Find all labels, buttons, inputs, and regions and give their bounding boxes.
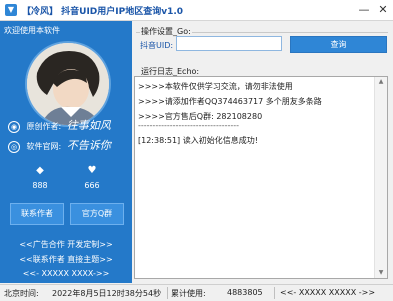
promo-line-3: <<- XXXXX XXXX->> (22, 269, 110, 278)
log-line: [12:38:51] 读入初始化信息成功! (138, 136, 258, 145)
stat-left-value: 888 (32, 181, 48, 190)
stat-left: ◆ 888 (20, 165, 60, 190)
status-extra: <<- XXXXX XXXXX ->> (280, 288, 376, 297)
status-divider (274, 287, 275, 299)
scroll-up-icon[interactable]: ▲ (375, 77, 387, 87)
author-row: ◉ 原创作者: 往事如风 (8, 117, 111, 133)
window-title: 【冷风】 抖音UID用户IP地区查询v1.0 (22, 7, 184, 17)
status-divider (167, 287, 168, 299)
time-value: 2022年8月5日12时38分54秒 (52, 289, 162, 298)
stat-right-value: 666 (84, 181, 100, 190)
heart-icon: ♥ (87, 165, 97, 176)
official-group-button[interactable]: 官方Q群 (70, 203, 124, 225)
welcome-text: 欢迎使用本软件 (4, 26, 60, 35)
time-label: 北京时间: (4, 289, 39, 298)
usage-value: 4883805 (227, 288, 263, 297)
scroll-down-icon[interactable]: ▼ (375, 268, 387, 278)
uid-input[interactable] (176, 36, 282, 51)
log-scrollbar[interactable]: ▲ ▼ (374, 77, 387, 278)
status-bar: 北京时间: 2022年8月5日12时38分54秒 累计使用: 4883805 <… (0, 284, 393, 301)
promo-line-2: <<联系作者 直接主题>> (19, 255, 113, 264)
site-value: 不告诉你 (66, 139, 111, 152)
stat-right: ♥ 666 (72, 165, 112, 190)
app-icon: ▼ (5, 4, 17, 16)
query-button[interactable]: 查询 (290, 36, 387, 53)
sidebar: 欢迎使用本软件 ◉ 原创作者: 往事如风 ◎ 软件官网: 不告诉你 ◆ 888 … (0, 21, 132, 283)
uid-label: 抖音UID: (140, 41, 174, 50)
log-divider: ----------------------------------- (138, 121, 240, 130)
author-value: 往事如风 (66, 119, 111, 132)
site-row: ◎ 软件官网: 不告诉你 (8, 137, 111, 153)
log-panel[interactable]: >>>>本软件仅供学习交流，请勿非法使用 >>>>请添加作者QQ37446371… (134, 76, 388, 279)
contact-author-button[interactable]: 联系作者 (10, 203, 64, 225)
close-button[interactable]: ✕ (376, 3, 390, 17)
site-label: 软件官网: (26, 142, 62, 151)
globe-icon: ◎ (8, 140, 20, 153)
promo-line-1: <<广告合作 开发定制>> (19, 240, 113, 249)
usage-label: 累计使用: (171, 289, 206, 298)
title-bar: ▼ 【冷风】 抖音UID用户IP地区查询v1.0 — ✕ (0, 0, 393, 21)
avatar (25, 41, 111, 127)
log-line: >>>>本软件仅供学习交流，请勿非法使用 (138, 82, 293, 91)
diamond-icon: ◆ (36, 165, 44, 176)
minimize-button[interactable]: — (357, 3, 371, 17)
log-line: >>>>请添加作者QQ374463717 多个朋友多条路 (138, 97, 322, 106)
user-icon: ◉ (8, 120, 20, 133)
author-label: 原创作者: (26, 122, 62, 131)
